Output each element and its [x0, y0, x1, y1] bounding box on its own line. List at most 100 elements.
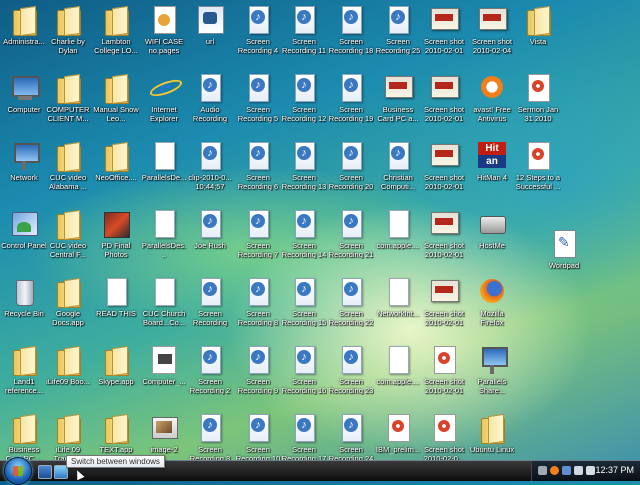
desktop-icon-land1-reference[interactable]: Land1 reference...	[1, 344, 47, 408]
recycle-icon	[8, 276, 40, 308]
desktop-icon-screen-shot-a1[interactable]: Screen shot 2010-02-01 ...	[421, 4, 467, 68]
desktop-icon-parallels-share[interactable]: Parallels Share...	[469, 344, 515, 408]
desktop-icon-computer-doc[interactable]: Computer_...	[141, 344, 187, 408]
wordpad-icon	[548, 228, 580, 260]
desktop-icon-screen-recording-8[interactable]: Screen Recording 8	[235, 276, 281, 340]
desktop-icon-cuc-church-board[interactable]: CUC Church Board...Co...	[141, 276, 187, 340]
desktop-icon-screen-recording-22[interactable]: Screen Recording 22	[328, 276, 374, 340]
desktop-icon-parallels-de-2[interactable]: ParallelsDes...	[141, 208, 187, 272]
desktop-icon-url[interactable]: url	[187, 4, 233, 68]
desktop-icon-vista[interactable]: Vista	[515, 4, 561, 68]
desktop-icon-wifi-case[interactable]: WIFI CASE no.pages	[141, 4, 187, 68]
folder-icon	[100, 72, 132, 104]
desktop-icon-com-apple-1[interactable]: com.apple....	[375, 208, 421, 272]
desktop-icon-administrator[interactable]: Administra...	[1, 4, 47, 68]
desktop-icon-label: Screen shot 2010-02-04 ...	[471, 37, 513, 56]
desktop-icon-avast[interactable]: avast! Free Antivirus	[469, 72, 515, 136]
tray-parallels-icon[interactable]	[562, 466, 571, 475]
desktop-icon-pd-final-photos[interactable]: PD Final Photos	[93, 208, 139, 272]
desktop-icon-skype[interactable]: Skype.app	[93, 344, 139, 408]
desktop-icon-screen-shot-b1[interactable]: Screen shot 2010-02-04 ...	[469, 4, 515, 68]
desktop-icon-screen-recording-13[interactable]: Screen Recording 13	[281, 140, 327, 204]
desktop-icon-control-panel[interactable]: Control Panel	[1, 208, 47, 272]
folder-icon	[52, 344, 84, 376]
desktop-icon-ilife09[interactable]: iLife09 Boo...	[45, 344, 91, 408]
desktop-icon-label: CUC Church Board...Co...	[142, 309, 186, 327]
desktop-icon-screen-shot-a2[interactable]: Screen shot 2010-02-01 ...	[421, 72, 467, 136]
desktop-icon-screen-recording-18[interactable]: Screen Recording 18	[328, 4, 374, 68]
desktop-icon-label: TEXT.app	[99, 445, 133, 454]
desktop-icon-lambton-college[interactable]: Lambton College LO...	[93, 4, 139, 68]
desktop-icon-cuc-video-central[interactable]: CUC video Central F...	[45, 208, 91, 272]
desktop-icon-screen-recording-14[interactable]: Screen Recording 14	[281, 208, 327, 272]
desktop-icon-screen-recording-25[interactable]: Screen Recording 25	[375, 4, 421, 68]
desktop-icon-parallels-de-1[interactable]: ParallelsDe...	[141, 140, 187, 204]
desktop-icon-charlie-by-dylan[interactable]: Charlie by Dylan	[45, 4, 91, 68]
start-button[interactable]	[4, 457, 32, 485]
desktop-icon-computer[interactable]: Computer	[1, 72, 47, 136]
desktop-icon-screen-shot-a5[interactable]: Screen shot 2010-02-01 ...	[421, 276, 467, 340]
desktop-icon-screen-recording-2[interactable]: Screen Recording 2	[187, 344, 233, 408]
desktop-icon-read-this[interactable]: READ THIS	[93, 276, 139, 340]
desktop-icon-screen-shot-a3[interactable]: Screen shot 2010-02-01 ...	[421, 140, 467, 204]
desktop-icon-internet-explorer[interactable]: Internet Explorer	[141, 72, 187, 136]
desktop-icon-wordpad[interactable]: Wordpad	[541, 228, 587, 292]
desktop-icon-label: Vista	[529, 37, 547, 46]
desktop-icon-joe-rush[interactable]: Joe Rush	[187, 208, 233, 272]
url-icon	[194, 4, 226, 36]
desktop-icon-sermon[interactable]: Sermon Jan 31 2010	[515, 72, 561, 136]
desktop-icon-screen-recording-16[interactable]: Screen Recording 16	[281, 344, 327, 408]
desktop-icon-google-docs[interactable]: Google Docs.app	[45, 276, 91, 340]
desktop-icon-computer-client[interactable]: COMPUTER CLIENT M...	[45, 72, 91, 136]
desktop-icon-screen-recording-9[interactable]: Screen Recording 9	[235, 344, 281, 408]
desktop-icon-screen-shot-a4[interactable]: Screen shot 2010-02-01 ...	[421, 208, 467, 272]
tray-avast-icon[interactable]	[550, 466, 559, 475]
desktop-icon-cuc-video-alabama[interactable]: CUC video Alabama ...	[45, 140, 91, 204]
tray-volume-icon[interactable]	[574, 466, 583, 475]
rec-icon	[288, 412, 320, 444]
rec-icon	[194, 208, 226, 240]
tray-network-icon[interactable]	[538, 466, 547, 475]
tray-power-icon[interactable]	[586, 466, 595, 475]
desktop-icon-screen-recording-4[interactable]: Screen Recording 4	[235, 4, 281, 68]
desktop-icon-hitman[interactable]: HitMan 4	[469, 140, 515, 204]
desktop-icon-label: READ THIS	[96, 309, 136, 318]
desktop-icon-screen-recording-11[interactable]: Screen Recording 11	[281, 4, 327, 68]
folder-icon	[100, 140, 132, 172]
desktop-icon-business-card[interactable]: Business Card PC a...	[375, 72, 421, 136]
desktop-icon-screen-recording-20[interactable]: Screen Recording 20	[328, 140, 374, 204]
folder-icon	[100, 4, 132, 36]
desktop-icon-mozilla-firefox[interactable]: Mozilla Firefox	[469, 276, 515, 340]
desktop-icon-screen-recording-6[interactable]: Screen Recording 6	[235, 140, 281, 204]
desktop-icon-manual-snow-leopard[interactable]: Manual Snow Leo...	[93, 72, 139, 136]
desktop-icon-label: Skype.app	[98, 377, 134, 386]
rec-icon	[242, 4, 274, 36]
rec-icon	[194, 344, 226, 376]
desktop-icon-screen-recording-12[interactable]: Screen Recording 12	[281, 72, 327, 136]
desktop-icon-network-int[interactable]: NetworkInt...	[375, 276, 421, 340]
show-desktop-icon[interactable]	[38, 465, 52, 479]
desktop-icon-label: Screen Recording 12	[281, 105, 327, 123]
desktop-icon-neooffice[interactable]: NeoOffice....	[93, 140, 139, 204]
desktop-icon-screen-recording-15[interactable]: Screen Recording 15	[281, 276, 327, 340]
desktop-icon-audio-recording[interactable]: Audio Recording	[187, 72, 233, 136]
desktop-icon-recycle-bin[interactable]: Recycle Bin	[1, 276, 47, 340]
shot-icon	[428, 276, 460, 308]
desktop-icon-hostme[interactable]: HostMe	[469, 208, 515, 272]
desktop-icon-screen-recording[interactable]: Screen Recording	[187, 276, 233, 340]
desktop-icon-christian-computing[interactable]: Christian Computi...	[375, 140, 421, 204]
desktop-icon-screen-recording-23[interactable]: Screen Recording 23	[328, 344, 374, 408]
desktop-icon-screen-recording-5[interactable]: Screen Recording 5	[235, 72, 281, 136]
clock[interactable]: 12:37 PM	[595, 465, 634, 475]
desktop-icon-screen-recording-19[interactable]: Screen Recording 19	[328, 72, 374, 136]
desktop-icon-12-steps[interactable]: 12 Steps to a Successful ...	[515, 140, 561, 204]
desktop-icon-screen-shot-a6[interactable]: Screen shot 2010-02-01 ...	[421, 344, 467, 408]
desktop-icon-clip[interactable]: clip-2010-0... 10;44;57	[187, 140, 233, 204]
desktop-icon-label: com.apple....	[376, 377, 420, 386]
desktop-icon-screen-recording-21[interactable]: Screen Recording 21	[328, 208, 374, 272]
desktop-icon-screen-recording-7[interactable]: Screen Recording 7	[235, 208, 281, 272]
desktop-icon-com-apple-2[interactable]: com.apple....	[375, 344, 421, 408]
desktop-icon-network[interactable]: Network	[1, 140, 47, 204]
desktop-icon-label: Administra...	[3, 37, 45, 46]
desktop-icon-label: Screen Recording 11	[281, 37, 327, 55]
